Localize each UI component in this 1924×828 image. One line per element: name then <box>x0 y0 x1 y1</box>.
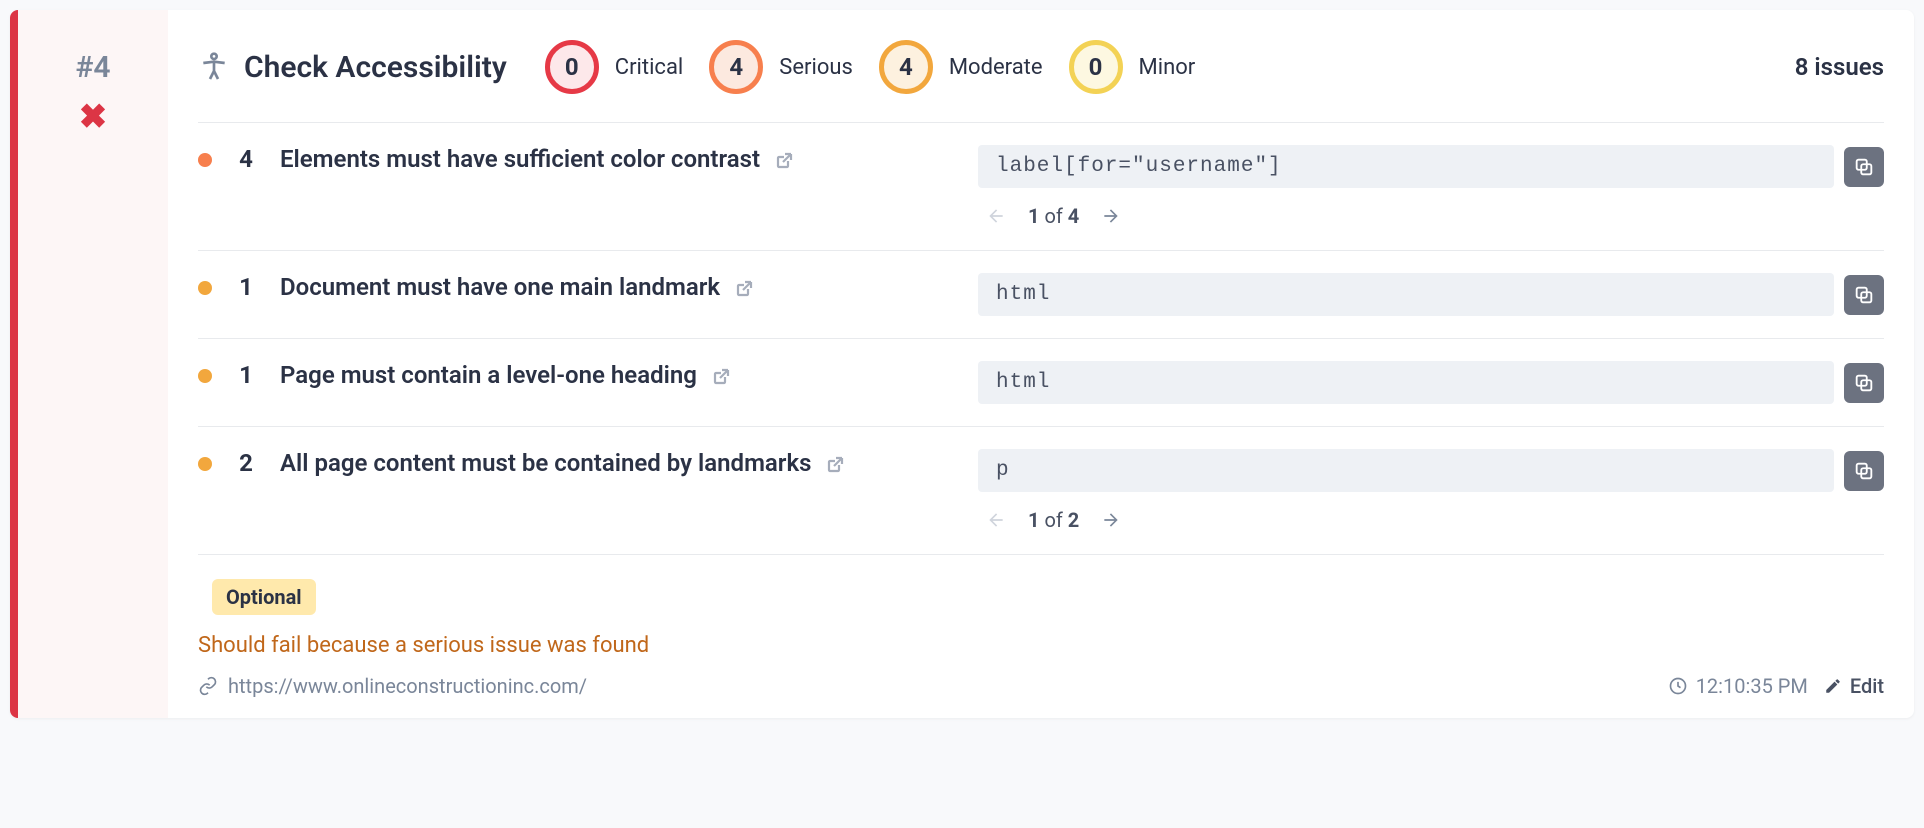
issue-title-text: Document must have one main landmark <box>280 273 720 301</box>
optional-badge: Optional <box>212 579 316 615</box>
severity-dot <box>198 457 212 471</box>
issue-row: 1 Document must have one main landmark htm… <box>198 251 1884 339</box>
css-selector[interactable]: html <box>978 361 1834 404</box>
issue-left: 1 Document must have one main landmark <box>198 273 978 301</box>
pager-prev-icon[interactable] <box>986 510 1006 530</box>
badge-critical-count: 0 <box>545 40 599 94</box>
issue-left: 2 All page content must be contained by l… <box>198 449 978 477</box>
badge-critical: 0 Critical <box>545 40 684 94</box>
edit-label: Edit <box>1850 674 1884 698</box>
badge-serious: 4 Serious <box>709 40 853 94</box>
badge-serious-count: 4 <box>709 40 763 94</box>
issue-row: 4 Elements must have sufficient color con… <box>198 123 1884 251</box>
badge-minor-count: 0 <box>1069 40 1123 94</box>
pager-next-icon[interactable] <box>1101 510 1121 530</box>
issue-right: html <box>978 273 1884 316</box>
accessibility-result-card: #4 ✖ Check Accessibility 0 Critical 4 Se… <box>10 10 1914 718</box>
selector-row: label[for="username"] <box>978 145 1884 188</box>
issue-count: 1 <box>234 361 258 389</box>
issue-title: Page must contain a level-one heading <box>280 361 735 389</box>
pager-position: 1 of 4 <box>1028 204 1079 228</box>
failure-message: Should fail because a serious issue was … <box>198 633 1884 658</box>
external-link-icon[interactable] <box>774 147 798 171</box>
severity-dot <box>198 153 212 167</box>
css-selector[interactable]: label[for="username"] <box>978 145 1834 188</box>
badge-minor: 0 Minor <box>1069 40 1196 94</box>
timestamp: 12:10:35 PM <box>1668 674 1808 698</box>
selector-row: p <box>978 449 1884 492</box>
clock-icon <box>1668 676 1688 696</box>
timestamp-text: 12:10:35 PM <box>1696 674 1808 698</box>
fail-icon: ✖ <box>18 97 168 137</box>
issue-right: label[for="username"] 1 of 4 <box>978 145 1884 228</box>
pager-next-icon[interactable] <box>1101 206 1121 226</box>
copy-button[interactable] <box>1844 275 1884 315</box>
badge-moderate-label: Moderate <box>949 55 1043 80</box>
pager-prev-icon[interactable] <box>986 206 1006 226</box>
badge-serious-label: Serious <box>779 55 853 80</box>
copy-button[interactable] <box>1844 363 1884 403</box>
pencil-icon <box>1824 677 1842 695</box>
issue-title: Elements must have sufficient color cont… <box>280 145 798 173</box>
issue-count: 1 <box>234 273 258 301</box>
link-icon <box>198 676 218 696</box>
external-link-icon[interactable] <box>711 363 735 387</box>
issues-total: 8 issues <box>1795 53 1884 81</box>
issue-count: 2 <box>234 449 258 477</box>
external-link-icon[interactable] <box>825 451 849 475</box>
issue-row: 2 All page content must be contained by l… <box>198 427 1884 555</box>
meta-row: https://www.onlineconstructioninc.com/ 1… <box>198 674 1884 698</box>
badge-critical-label: Critical <box>615 55 684 80</box>
issue-right: html <box>978 361 1884 404</box>
title-group: Check Accessibility <box>198 50 507 85</box>
issues-list: 4 Elements must have sufficient color con… <box>198 123 1884 555</box>
step-number: #4 <box>18 50 168 85</box>
tested-url[interactable]: https://www.onlineconstructioninc.com/ <box>228 674 587 698</box>
issue-title: Document must have one main landmark <box>280 273 758 301</box>
css-selector[interactable]: p <box>978 449 1834 492</box>
issue-count: 4 <box>234 145 258 173</box>
issue-title-text: All page content must be contained by la… <box>280 449 811 477</box>
accessibility-icon <box>198 51 230 83</box>
badge-moderate-count: 4 <box>879 40 933 94</box>
check-title: Check Accessibility <box>244 50 507 85</box>
severity-dot <box>198 369 212 383</box>
copy-button[interactable] <box>1844 147 1884 187</box>
meta-right: 12:10:35 PM Edit <box>1668 674 1884 698</box>
badge-moderate: 4 Moderate <box>879 40 1043 94</box>
step-sidebar: #4 ✖ <box>18 10 168 718</box>
selector-row: html <box>978 361 1884 404</box>
copy-button[interactable] <box>1844 451 1884 491</box>
issue-left: 4 Elements must have sufficient color con… <box>198 145 978 173</box>
issue-left: 1 Page must contain a level-one heading <box>198 361 978 389</box>
selector-pager: 1 of 4 <box>978 204 1884 228</box>
severity-badges: 0 Critical 4 Serious 4 Moderate 0 Minor <box>545 40 1195 94</box>
issue-title: All page content must be contained by la… <box>280 449 849 477</box>
content-area: Check Accessibility 0 Critical 4 Serious… <box>168 10 1914 718</box>
pager-position: 1 of 2 <box>1028 508 1079 532</box>
selector-row: html <box>978 273 1884 316</box>
issue-row: 1 Page must contain a level-one heading ht… <box>198 339 1884 427</box>
issue-title-text: Page must contain a level-one heading <box>280 361 697 389</box>
selector-pager: 1 of 2 <box>978 508 1884 532</box>
issue-title-text: Elements must have sufficient color cont… <box>280 145 760 173</box>
external-link-icon[interactable] <box>734 275 758 299</box>
status-stripe <box>10 10 18 718</box>
result-header: Check Accessibility 0 Critical 4 Serious… <box>198 40 1884 123</box>
issue-right: p 1 of 2 <box>978 449 1884 532</box>
edit-button[interactable]: Edit <box>1824 674 1884 698</box>
severity-dot <box>198 281 212 295</box>
result-footer: Optional Should fail because a serious i… <box>198 555 1884 698</box>
css-selector[interactable]: html <box>978 273 1834 316</box>
badge-minor-label: Minor <box>1139 55 1196 80</box>
